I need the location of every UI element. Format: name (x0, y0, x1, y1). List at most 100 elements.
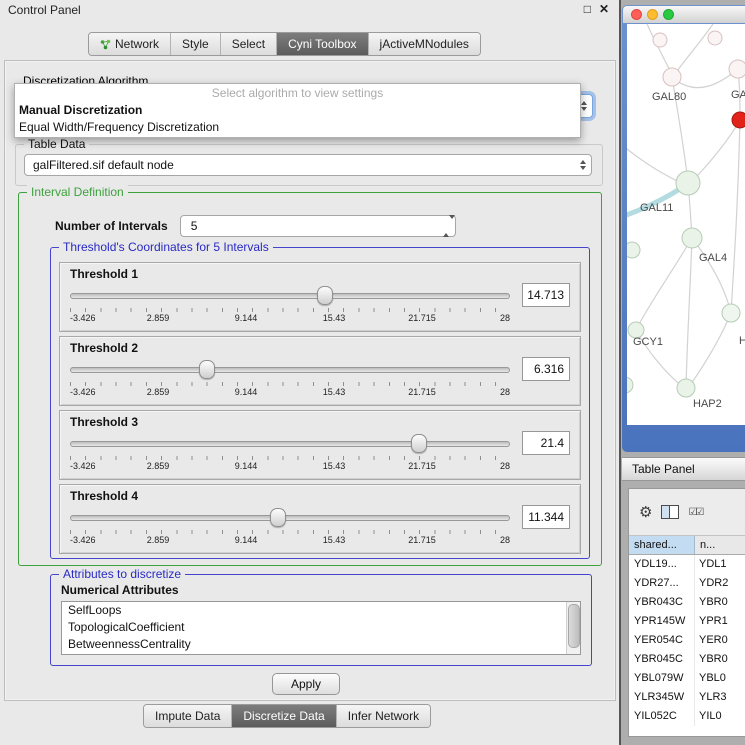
table-row[interactable]: YIL052CYIL0 (629, 707, 745, 726)
network-node[interactable] (663, 68, 681, 86)
cell[interactable]: YDL1 (695, 555, 745, 574)
network-node[interactable] (708, 31, 722, 45)
tick-label: 21.715 (408, 387, 436, 397)
columns-icon[interactable] (661, 505, 679, 519)
tab-style[interactable]: Style (171, 33, 221, 55)
threshold-1-slider[interactable] (70, 282, 510, 308)
network-window-titlebar (623, 6, 745, 23)
network-node[interactable] (722, 304, 740, 322)
table-row[interactable]: YLR345WYLR3 (629, 688, 745, 707)
select-columns-icon[interactable]: ☑☑ (688, 507, 702, 518)
attributes-list[interactable]: SelfLoops TopologicalCoefficient Between… (61, 601, 581, 655)
table-row[interactable]: YBR043CYBR0 (629, 593, 745, 612)
threshold-3-label: Threshold 3 (70, 415, 570, 430)
tick-label: 2.859 (147, 535, 170, 545)
minimize-traffic-light-icon[interactable] (647, 9, 658, 20)
list-scrollbar[interactable] (566, 602, 580, 654)
threshold-4-value-field[interactable]: 11.344 (522, 505, 570, 529)
threshold-1-value-field[interactable]: 14.713 (522, 283, 570, 307)
tick-label: 2.859 (147, 461, 170, 471)
column-header-name[interactable]: n... (695, 536, 745, 554)
table-row[interactable]: YDR27...YDR2 (629, 574, 745, 593)
slider-scale: -3.426 2.859 9.144 15.43 21.715 28 (70, 382, 510, 397)
network-node-labels: GAL80 GA GAL11 GAL4 GCY1 HAP2 H (633, 89, 745, 410)
cell[interactable]: YBR0 (695, 593, 745, 612)
number-of-intervals-spinner[interactable]: 5 (180, 215, 456, 237)
tab-network[interactable]: Network (89, 33, 171, 55)
table-row[interactable]: YER054CYER0 (629, 631, 745, 650)
table-row[interactable]: YPR145WYPR1 (629, 612, 745, 631)
cell[interactable]: YLR3 (695, 688, 745, 707)
cell[interactable]: YER0 (695, 631, 745, 650)
cell[interactable]: YBL0 (695, 669, 745, 688)
network-graph[interactable]: GAL80 GA GAL11 GAL4 GCY1 HAP2 H (627, 24, 745, 425)
threshold-2-slider[interactable] (70, 356, 510, 382)
network-node-red[interactable] (732, 112, 745, 128)
control-panel-tabs: Network Style Select Cyni Toolbox jActiv… (88, 32, 481, 56)
cell[interactable]: YER054C (629, 631, 695, 650)
table-panel-window: ⚙ ☑☑ shared... n... YDL19...YDL1 YDR27..… (628, 488, 745, 737)
threshold-2-value-field[interactable]: 6.316 (522, 357, 570, 381)
gear-icon[interactable]: ⚙ (639, 503, 652, 521)
tab-jactivemnodules[interactable]: jActiveMNodules (369, 33, 480, 55)
network-node[interactable] (627, 377, 633, 393)
tick-label: -3.426 (70, 387, 96, 397)
threshold-3-value-field[interactable]: 21.4 (522, 431, 570, 455)
cell[interactable]: YBR043C (629, 593, 695, 612)
algorithm-option-equal-width[interactable]: Equal Width/Frequency Discretization (15, 119, 580, 136)
cell[interactable]: YLR345W (629, 688, 695, 707)
tab-discretize-data[interactable]: Discretize Data (232, 705, 336, 727)
scrollbar-thumb[interactable] (568, 604, 580, 648)
tick-label: 15.43 (323, 461, 346, 471)
cell[interactable]: YDR27... (629, 574, 695, 593)
apply-button[interactable]: Apply (272, 673, 340, 695)
table-row[interactable]: YBL079WYBL0 (629, 669, 745, 688)
cell[interactable]: YIL0 (695, 707, 745, 726)
list-item[interactable]: TopologicalCoefficient (62, 619, 580, 636)
cell[interactable]: YBR045C (629, 650, 695, 669)
network-node[interactable] (682, 228, 702, 248)
network-node[interactable] (676, 171, 700, 195)
table-row[interactable]: YBR045CYBR0 (629, 650, 745, 669)
table-data-combobox[interactable]: galFiltered.sif default node (24, 154, 592, 176)
node-label: GAL11 (640, 202, 673, 214)
close-icon[interactable]: ✕ (599, 2, 609, 16)
slider-thumb[interactable] (317, 286, 333, 305)
slider-thumb[interactable] (199, 360, 215, 379)
network-view-window[interactable]: GAL80 GA GAL11 GAL4 GCY1 HAP2 H (622, 5, 745, 452)
float-window-icon[interactable]: □ (584, 2, 591, 16)
list-item[interactable]: BetweennessCentrality (62, 636, 580, 653)
zoom-traffic-light-icon[interactable] (663, 9, 674, 20)
threshold-3-slider[interactable] (70, 430, 510, 456)
tab-cyni-toolbox[interactable]: Cyni Toolbox (277, 33, 368, 55)
cell[interactable]: YBR0 (695, 650, 745, 669)
network-node[interactable] (627, 242, 640, 258)
cell[interactable]: YBL079W (629, 669, 695, 688)
cell[interactable]: YPR145W (629, 612, 695, 631)
close-traffic-light-icon[interactable] (631, 9, 642, 20)
network-canvas[interactable]: GAL80 GA GAL11 GAL4 GCY1 HAP2 H (627, 24, 745, 425)
network-node[interactable] (653, 33, 667, 47)
tab-impute-data[interactable]: Impute Data (144, 705, 232, 727)
algorithm-option-manual[interactable]: Manual Discretization (15, 102, 580, 119)
tab-select[interactable]: Select (221, 33, 277, 55)
cell[interactable]: YPR1 (695, 612, 745, 631)
thresholds-list: Threshold 1 14.713 -3.426 (51, 248, 589, 558)
column-header-shared-name[interactable]: shared... (629, 536, 695, 554)
tick-label: 15.43 (323, 313, 346, 323)
slider-thumb[interactable] (270, 508, 286, 527)
network-node[interactable] (729, 60, 745, 78)
slider-thumb[interactable] (411, 434, 427, 453)
numerical-attributes-heading: Numerical Attributes (61, 583, 179, 597)
cell[interactable]: YDL19... (629, 555, 695, 574)
network-node[interactable] (677, 379, 695, 397)
threshold-4-slider[interactable] (70, 504, 510, 530)
table-row[interactable]: YDL19...YDL1 (629, 555, 745, 574)
tab-infer-network[interactable]: Infer Network (337, 705, 430, 727)
interval-definition-title: Interval Definition (27, 185, 128, 199)
cell[interactable]: YIL052C (629, 707, 695, 726)
slider-scale: -3.426 2.859 9.144 15.43 21.715 28 (70, 456, 510, 471)
table-panel-titlebar[interactable]: Table Panel (622, 457, 745, 481)
list-item[interactable]: SelfLoops (62, 602, 580, 619)
cell[interactable]: YDR2 (695, 574, 745, 593)
